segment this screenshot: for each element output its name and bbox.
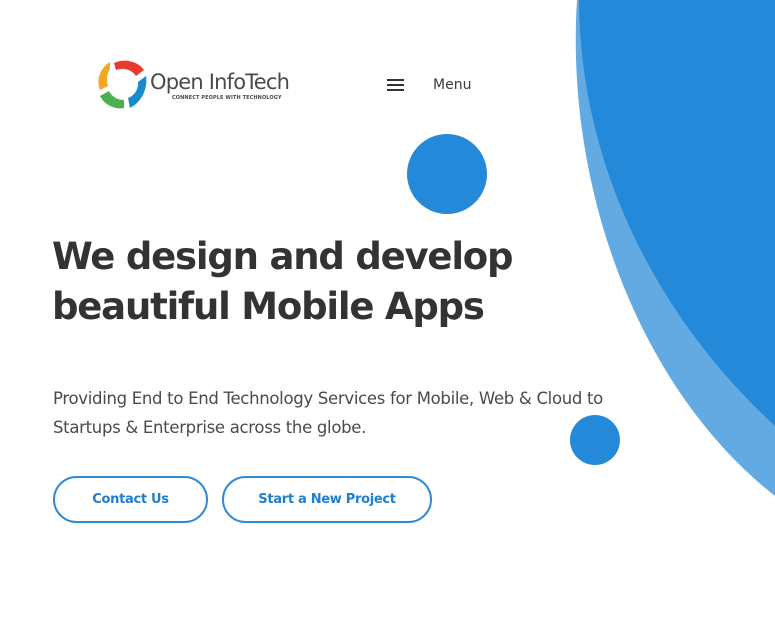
brand-name: Open InfoTech [150, 70, 290, 94]
hamburger-icon [387, 79, 404, 91]
menu-label: Menu [433, 77, 472, 93]
decorative-circle-large [407, 134, 487, 214]
start-project-button[interactable]: Start a New Project [222, 476, 432, 523]
hero-subtext: Providing End to End Technology Services… [53, 389, 603, 437]
contact-us-label: Contact Us [92, 492, 169, 507]
hero-headline: We design and develop beautiful Mobile A… [52, 235, 514, 328]
contact-us-button[interactable]: Contact Us [53, 476, 208, 523]
start-project-label: Start a New Project [258, 492, 396, 507]
landing-page: Open InfoTech CONNECT PEOPLE WITH TECHNO… [0, 0, 775, 626]
brand-tagline: CONNECT PEOPLE WITH TECHNOLOGY [172, 95, 282, 101]
logo-mark-icon [98, 60, 147, 109]
brand-logo[interactable]: Open InfoTech CONNECT PEOPLE WITH TECHNO… [96, 58, 290, 112]
menu-toggle-button[interactable]: Menu [387, 72, 471, 98]
